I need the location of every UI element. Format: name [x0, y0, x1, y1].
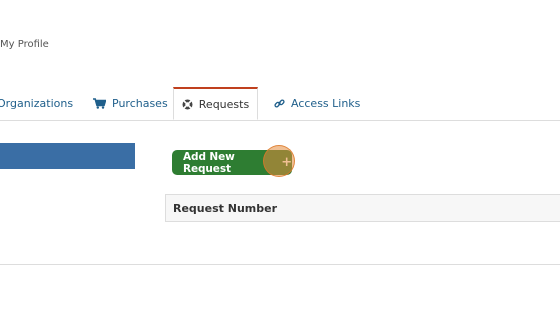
tab-organizations[interactable]: Organizations — [0, 87, 73, 119]
tab-label: Access Links — [291, 96, 361, 110]
link-icon — [274, 98, 285, 109]
table-header: Request Number — [165, 194, 560, 222]
breadcrumb-current: My Profile — [0, 39, 49, 50]
tab-access-links[interactable]: Access Links — [274, 87, 360, 119]
divider — [0, 264, 560, 265]
life-ring-icon — [182, 99, 193, 110]
column-header-request-number[interactable]: Request Number — [173, 202, 277, 215]
tab-bar: Organizations Purchases Requests Access … — [0, 87, 560, 121]
plus-icon: + — [281, 155, 292, 170]
breadcrumb: My Profile — [0, 39, 49, 50]
tab-label: Requests — [198, 97, 250, 111]
tab-requests[interactable]: Requests — [173, 87, 258, 120]
tab-label: Organizations — [0, 96, 74, 110]
tab-label: Purchases — [112, 96, 168, 110]
add-new-request-label: Add New Request — [183, 150, 235, 175]
side-panel-block — [0, 143, 135, 169]
page: My Profile Organizations Purchases Reque… — [0, 0, 560, 315]
shopping-cart-icon — [93, 97, 106, 109]
tab-purchases[interactable]: Purchases — [93, 87, 168, 119]
add-new-request-button[interactable]: Add New Request + — [172, 150, 292, 175]
